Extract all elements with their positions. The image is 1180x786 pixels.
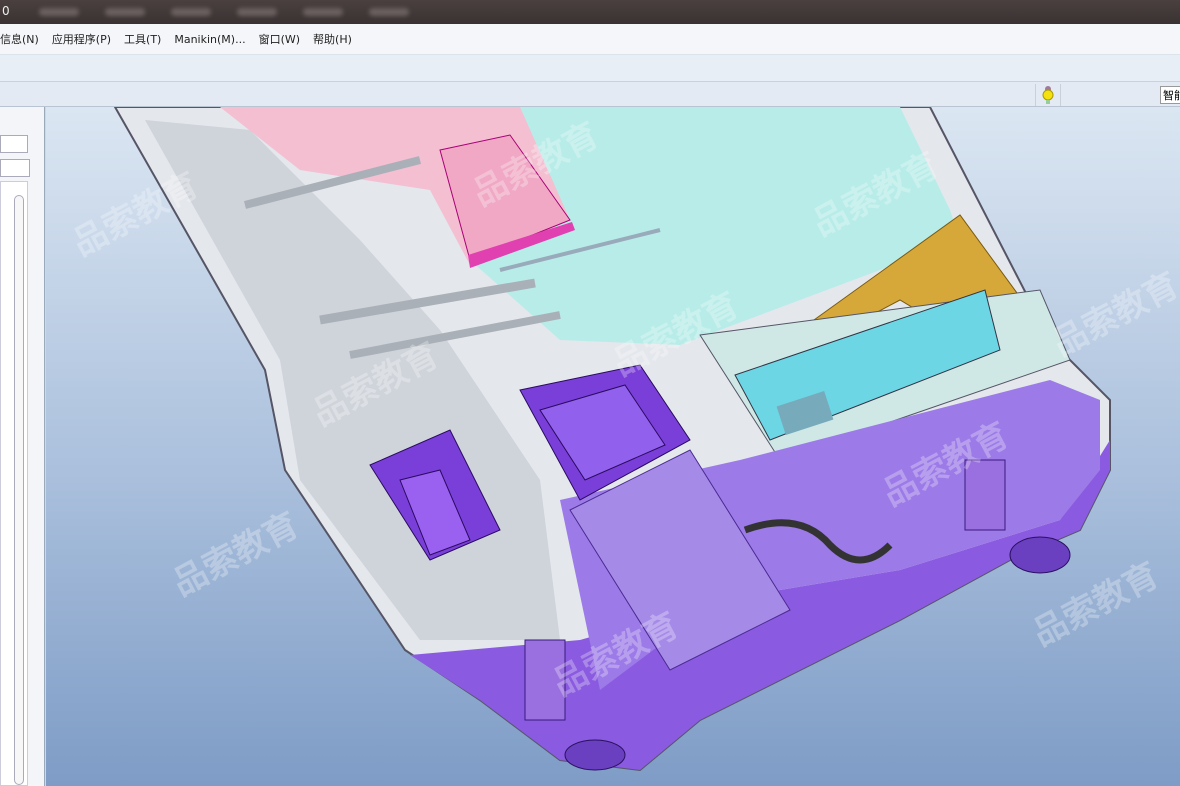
menu-manikin[interactable]: Manikin(M)... (174, 33, 245, 46)
3d-viewport[interactable]: 品索教育 品索教育 品索教育 品索教育 品索教育 品索教育 品索教育 品索教育 … (46, 107, 1180, 786)
title-bar: 0 (0, 0, 1180, 24)
menu-window[interactable]: 窗口(W) (259, 31, 300, 47)
smart-filter-button[interactable]: 智能 (1160, 86, 1180, 104)
list-view-icon[interactable] (0, 135, 28, 153)
secondary-toolbar: 智能 (0, 82, 1180, 107)
menu-applications[interactable]: 应用程序(P) (52, 31, 111, 47)
menu-info[interactable]: 信息(N) (0, 31, 39, 47)
menu-tools[interactable]: 工具(T) (124, 31, 161, 47)
light-bulb-icon[interactable] (1035, 84, 1061, 106)
model-tree-panel (0, 107, 45, 786)
window-title: 0 (2, 4, 10, 18)
cad-model-section (113, 107, 1111, 772)
tree-filter-dropdown[interactable] (0, 159, 30, 177)
main-toolbar (0, 55, 1180, 82)
menu-bar: 信息(N) 应用程序(P) 工具(T) Manikin(M)... 窗口(W) … (0, 24, 1180, 55)
scrollbar[interactable] (14, 195, 24, 785)
menu-help[interactable]: 帮助(H) (313, 31, 352, 47)
